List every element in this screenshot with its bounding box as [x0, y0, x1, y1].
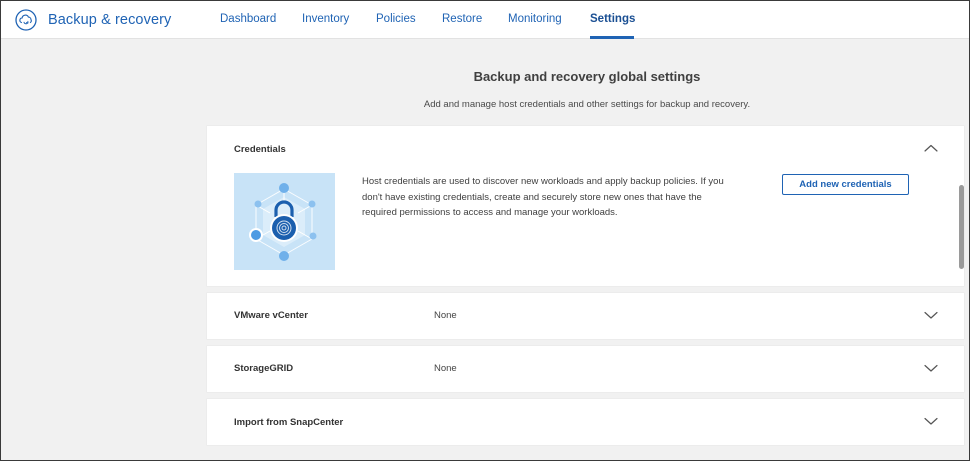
section-value: None	[434, 310, 457, 321]
nav-settings[interactable]: Settings	[590, 13, 635, 25]
nav-dashboard[interactable]: Dashboard	[220, 13, 276, 25]
add-new-credentials-button[interactable]: Add new credentials	[782, 174, 909, 195]
section-label: Import from SnapCenter	[234, 417, 344, 428]
nav-policies[interactable]: Policies	[376, 13, 416, 25]
credentials-label[interactable]: Credentials	[234, 144, 286, 155]
top-bar: Backup & recovery Dashboard Inventory Po…	[1, 1, 969, 39]
nav-monitoring[interactable]: Monitoring	[508, 13, 562, 25]
section-value: None	[434, 363, 457, 374]
page-subtitle: Add and manage host credentials and othe…	[423, 99, 751, 110]
app-window: Backup & recovery Dashboard Inventory Po…	[0, 0, 970, 461]
credentials-panel: Credentials Host credentials are used to…	[207, 126, 964, 286]
nav-inventory[interactable]: Inventory	[302, 13, 349, 25]
chevron-down-icon[interactable]	[923, 310, 939, 320]
description-line: don't have existing credentials, create …	[362, 191, 702, 203]
chevron-up-icon[interactable]	[923, 143, 939, 153]
chevron-down-icon[interactable]	[923, 363, 939, 373]
lock-network-illustration	[234, 173, 335, 270]
active-tab-indicator	[590, 36, 634, 39]
app-title: Backup & recovery	[48, 12, 172, 28]
description-line: Host credentials are used to discover ne…	[362, 176, 724, 187]
section-label: StorageGRID	[234, 363, 294, 374]
section-label: VMware vCenter	[234, 310, 308, 321]
brand[interactable]: Backup & recovery	[15, 9, 171, 31]
credentials-description: Host credentials are used to discover ne…	[362, 174, 762, 221]
cloud-refresh-icon	[15, 9, 37, 31]
vmware-vcenter-panel[interactable]: VMware vCenter None	[207, 293, 964, 339]
page-title: Backup and recovery global settings	[473, 69, 701, 84]
lock-network-icon	[249, 183, 317, 261]
nav-restore[interactable]: Restore	[442, 13, 482, 25]
chevron-down-icon[interactable]	[923, 416, 939, 426]
description-line: required permissions to access and manag…	[362, 207, 618, 218]
scrollbar-thumb[interactable]	[959, 185, 964, 269]
import-snapcenter-panel[interactable]: Import from SnapCenter	[207, 399, 964, 445]
storagegrid-panel[interactable]: StorageGRID None	[207, 346, 964, 392]
